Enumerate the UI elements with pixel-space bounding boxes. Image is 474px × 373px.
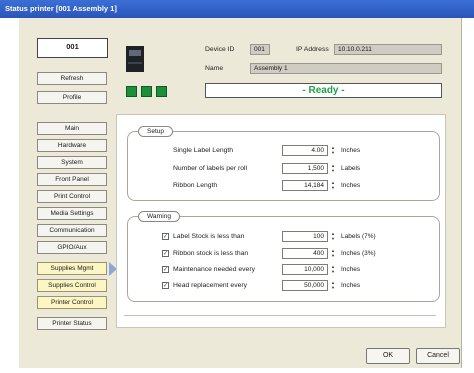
printer-icon (126, 46, 144, 72)
sidebar-item-media-settings[interactable]: Media Settings (37, 207, 107, 220)
ok-button[interactable]: OK (366, 348, 410, 364)
ribbon-length-input[interactable]: 14,184 (282, 180, 328, 191)
spinner-icon[interactable]: ▲ ▼ (330, 280, 336, 291)
ribbon-stock-input[interactable]: 400 (282, 248, 328, 259)
warning-label: Maintenance needed every (173, 266, 255, 273)
sidebar-item-gpio-aux[interactable]: GPIO/Aux (37, 241, 107, 254)
window-title: Status printer [001 Assembly 1] (5, 4, 117, 13)
warning-unit: Inches (341, 266, 361, 273)
sidebar-item-main[interactable]: Main (37, 122, 107, 135)
device-id-value: 001 (250, 44, 270, 55)
sidebar-item-supplies-mgmt[interactable]: Supplies Mgmt (37, 262, 107, 275)
printer-status-display: - Ready - (205, 83, 442, 98)
setup-label: Number of labels per roll (173, 165, 248, 172)
sidebar-item-print-control[interactable]: Print Control (37, 190, 107, 203)
refresh-button[interactable]: Refresh (37, 72, 107, 85)
ip-address-value: 10.10.0.211 (334, 44, 442, 55)
setup-unit: Inches (341, 147, 361, 154)
warning-unit: Inches (3%) (341, 250, 376, 257)
profile-button[interactable]: Profile (37, 91, 107, 104)
led-indicator (126, 86, 137, 97)
label-stock-checkbox[interactable]: ✓ (162, 233, 169, 240)
warning-legend: Warning (138, 211, 180, 222)
maintenance-checkbox[interactable]: ✓ (162, 266, 169, 273)
name-label: Name (205, 65, 224, 72)
cancel-button[interactable]: Cancel (416, 348, 460, 364)
spinner-icon[interactable]: ▲ ▼ (330, 231, 336, 242)
setup-label: Single Label Length (173, 147, 234, 154)
sidebar-item-front-panel[interactable]: Front Panel (37, 173, 107, 186)
maintenance-input[interactable]: 10,000 (282, 264, 328, 275)
window-title-bar: Status printer [001 Assembly 1] (0, 0, 474, 18)
labels-per-roll-input[interactable]: 1,500 (282, 163, 328, 174)
spinner-icon[interactable]: ▲ ▼ (330, 180, 336, 191)
sidebar-item-supplies-control[interactable]: Supplies Control (37, 279, 107, 292)
sidebar-item-printer-control[interactable]: Printer Control (37, 296, 107, 309)
setup-unit: Labels (341, 165, 361, 172)
ribbon-stock-checkbox[interactable]: ✓ (162, 250, 169, 257)
label-stock-input[interactable]: 100 (282, 231, 328, 242)
led-indicator (156, 86, 167, 97)
sidebar-item-communication[interactable]: Communication (37, 224, 107, 237)
setup-legend: Setup (138, 126, 173, 137)
head-replacement-input[interactable]: 50,000 (282, 280, 328, 291)
warning-label: Ribbon stock is less than (173, 250, 249, 257)
head-replacement-checkbox[interactable]: ✓ (162, 282, 169, 289)
sidebar-item-system[interactable]: System (37, 156, 107, 169)
printer-id-box: 001 (37, 38, 108, 58)
warning-unit: Labels (7%) (341, 233, 376, 240)
spinner-icon[interactable]: ▲ ▼ (330, 248, 336, 259)
warning-label: Head replacement every (173, 282, 248, 289)
warning-label: Label Stock is less than (173, 233, 245, 240)
sidebar-item-printer-status[interactable]: Printer Status (37, 317, 107, 330)
label-length-input[interactable]: 4.00 (282, 145, 328, 156)
device-id-label: Device ID (205, 46, 235, 53)
spinner-icon[interactable]: ▲ ▼ (330, 145, 336, 156)
warning-unit: Inches (341, 282, 361, 289)
status-leds (126, 86, 167, 97)
setup-unit: Inches (341, 182, 361, 189)
led-indicator (141, 86, 152, 97)
spinner-icon[interactable]: ▲ ▼ (330, 264, 336, 275)
spinner-icon[interactable]: ▲ ▼ (330, 163, 336, 174)
ip-address-label: IP Address (296, 46, 329, 53)
sidebar-item-hardware[interactable]: Hardware (37, 139, 107, 152)
divider (124, 315, 436, 316)
setup-label: Ribbon Length (173, 182, 218, 189)
name-value: Assembly 1 (250, 63, 442, 74)
